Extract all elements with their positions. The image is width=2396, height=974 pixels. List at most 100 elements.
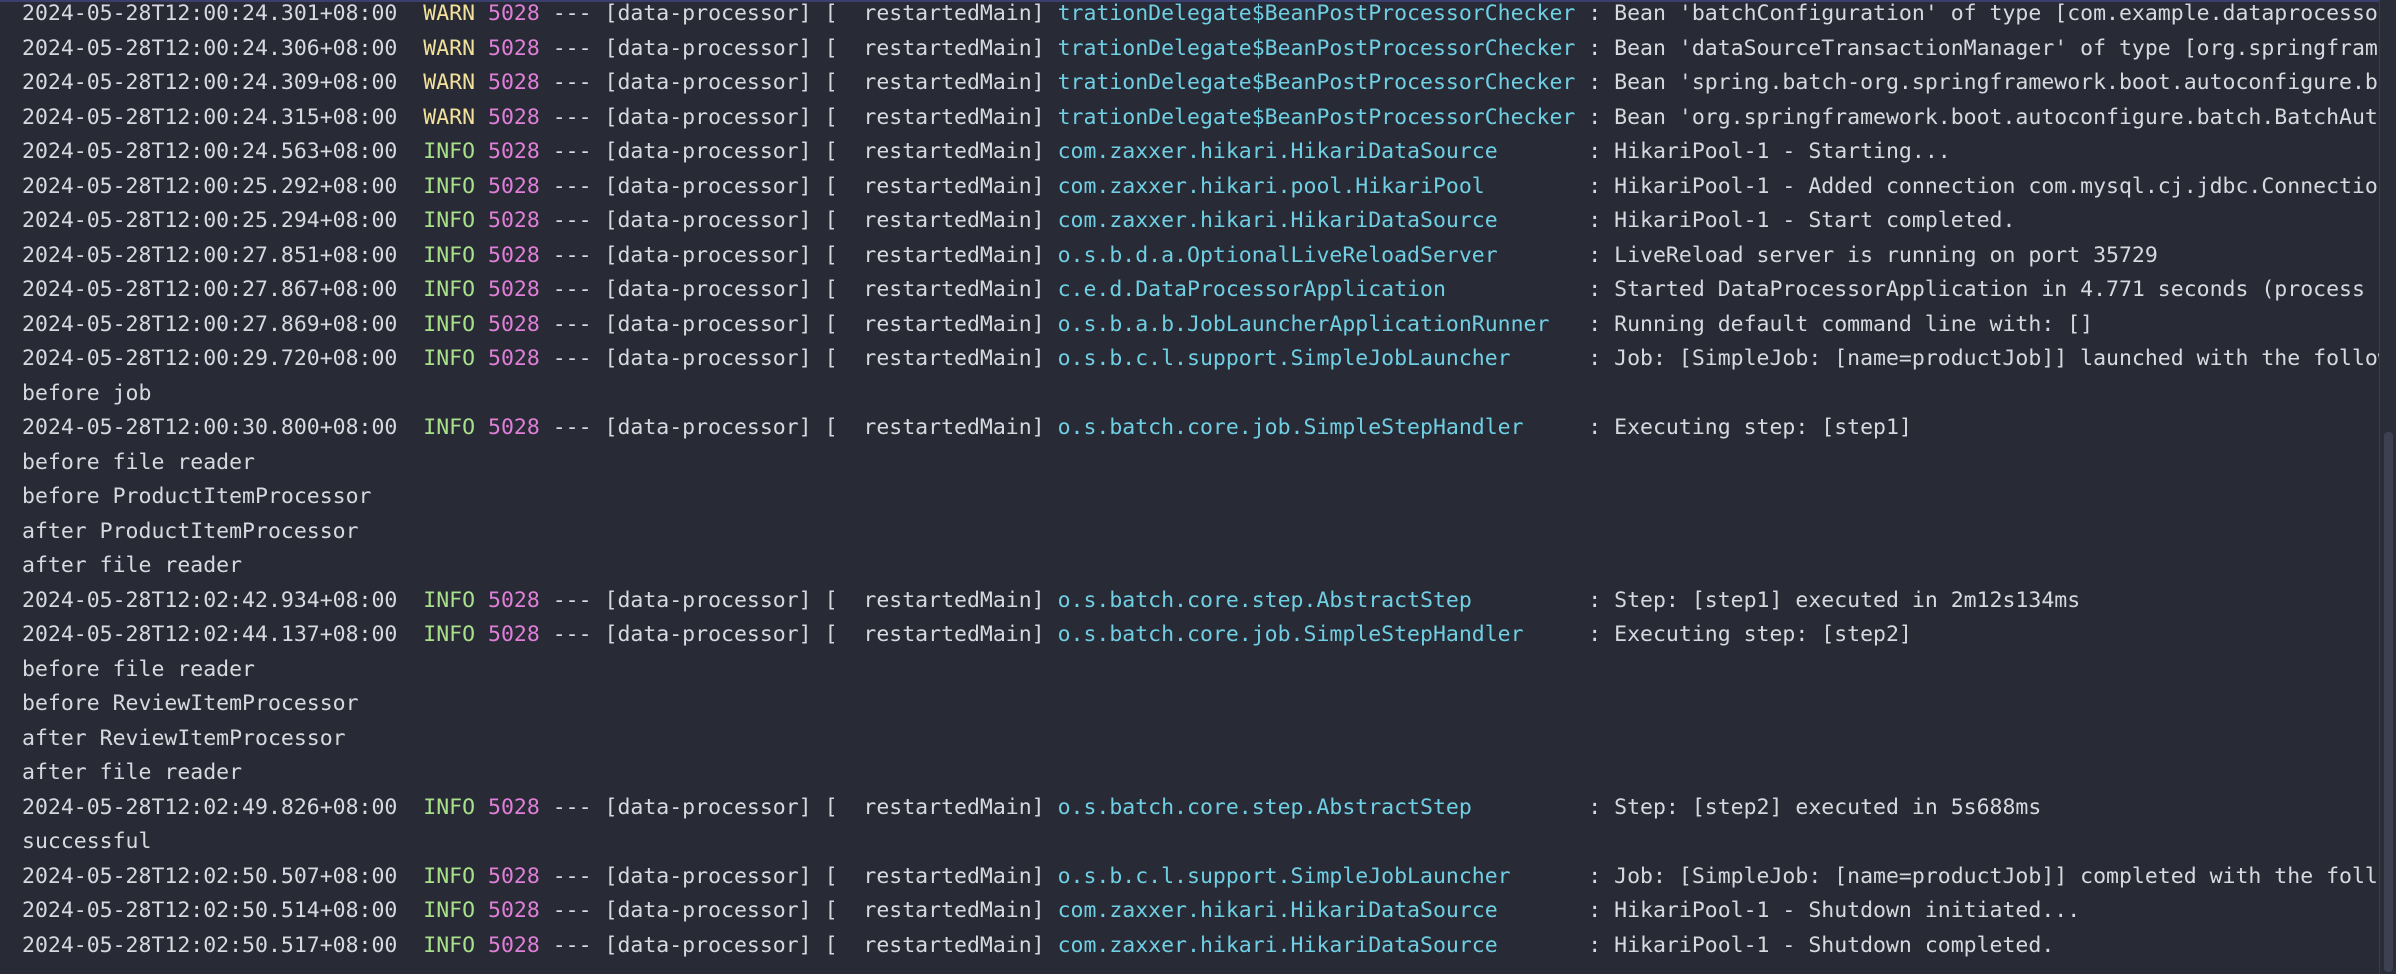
- log-spacer: [475, 588, 488, 613]
- log-level: INFO: [423, 622, 476, 647]
- log-pid: 5028: [488, 898, 540, 923]
- log-spacer: [397, 864, 423, 889]
- log-pid: 5028: [488, 277, 540, 302]
- log-spacer: [397, 795, 423, 820]
- log-thread: --- [data-processor] [ restartedMain]: [539, 587, 1058, 613]
- log-spacer: [397, 588, 423, 613]
- log-level: INFO: [423, 208, 476, 233]
- log-message: : HikariPool-1 - Added connection com.my…: [1575, 173, 2391, 199]
- log-spacer: [475, 105, 488, 130]
- log-line: 2024-05-28T12:02:50.517+08:00 INFO 5028 …: [22, 929, 2391, 964]
- log-logger: o.s.b.a.b.JobLauncherApplicationRunner: [1057, 311, 1576, 337]
- log-pid: 5028: [488, 346, 540, 371]
- log-timestamp: 2024-05-28T12:02:50.517+08:00: [22, 932, 398, 958]
- log-message: : Started DataProcessorApplication in 4.…: [1575, 277, 2391, 302]
- log-logger: o.s.b.c.l.support.SimpleJobLauncher: [1057, 863, 1576, 889]
- log-message: : Executing step: [step2]: [1575, 622, 1912, 647]
- log-thread: --- [data-processor] [ restartedMain]: [539, 242, 1058, 268]
- log-level: INFO: [423, 346, 476, 371]
- log-level: INFO: [423, 794, 476, 820]
- log-level: WARN: [423, 70, 476, 95]
- log-timestamp: 2024-05-28T12:00:27.869+08:00: [22, 311, 398, 337]
- log-message: : Step: [step1] executed in 2m12s134ms: [1575, 587, 2081, 613]
- log-timestamp: 2024-05-28T12:00:27.851+08:00: [22, 242, 398, 268]
- log-pid: 5028: [488, 1, 540, 26]
- terminal-output[interactable]: 2024-05-28T12:00:24.301+08:00 WARN 5028 …: [0, 0, 2396, 974]
- log-line: 2024-05-28T12:02:49.826+08:00 INFO 5028 …: [22, 791, 2391, 826]
- log-logger: o.s.b.d.a.OptionalLiveReloadServer: [1057, 242, 1576, 268]
- stdout-text: before file reader: [22, 449, 255, 475]
- scrollbar-thumb[interactable]: [2384, 432, 2393, 972]
- log-message: : Bean 'dataSourceTransactionManager' of…: [1575, 35, 2391, 61]
- log-thread: --- [data-processor] [ restartedMain]: [539, 622, 1058, 647]
- log-spacer: [475, 208, 488, 233]
- log-logger: com.zaxxer.hikari.HikariDataSource: [1057, 139, 1576, 164]
- stdout-line: after file reader: [22, 756, 2391, 791]
- log-message: : Job: [SimpleJob: [name=productJob]] co…: [1575, 863, 2391, 889]
- log-spacer: [475, 795, 488, 820]
- stdout-text: after ReviewItemProcessor: [22, 725, 346, 751]
- stdout-line: before file reader: [22, 446, 2391, 481]
- log-line: 2024-05-28T12:02:50.514+08:00 INFO 5028 …: [22, 894, 2391, 929]
- log-logger: com.zaxxer.hikari.HikariDataSource: [1057, 208, 1576, 233]
- log-thread: --- [data-processor] [ restartedMain]: [539, 139, 1058, 164]
- log-thread: --- [data-processor] [ restartedMain]: [539, 311, 1058, 337]
- log-thread: --- [data-processor] [ restartedMain]: [539, 173, 1058, 199]
- log-spacer: [397, 208, 423, 233]
- log-timestamp: 2024-05-28T12:00:24.301+08:00: [22, 1, 398, 26]
- log-level: INFO: [423, 277, 476, 302]
- stdout-text: before file reader: [22, 656, 255, 682]
- log-spacer: [475, 864, 488, 889]
- stdout-line: after ProductItemProcessor: [22, 515, 2391, 550]
- log-level: INFO: [423, 242, 476, 268]
- log-spacer: [475, 139, 488, 164]
- log-line: 2024-05-28T12:00:24.309+08:00 WARN 5028 …: [22, 66, 2391, 101]
- log-logger: o.s.batch.core.job.SimpleStepHandler: [1057, 415, 1576, 440]
- log-spacer: [475, 277, 488, 302]
- log-spacer: [475, 70, 488, 95]
- log-pid: 5028: [488, 311, 540, 337]
- log-logger: trationDelegate$BeanPostProcessorChecker: [1057, 35, 1576, 61]
- log-spacer: [475, 36, 488, 61]
- log-level: INFO: [423, 139, 476, 164]
- log-spacer: [397, 174, 423, 199]
- stdout-line: successful: [22, 825, 2391, 860]
- log-line: 2024-05-28T12:00:24.301+08:00 WARN 5028 …: [22, 0, 2391, 32]
- log-timestamp: 2024-05-28T12:00:30.800+08:00: [22, 415, 398, 440]
- log-thread: --- [data-processor] [ restartedMain]: [539, 898, 1058, 923]
- log-line: 2024-05-28T12:00:25.292+08:00 INFO 5028 …: [22, 170, 2391, 205]
- log-timestamp: 2024-05-28T12:00:29.720+08:00: [22, 346, 398, 371]
- log-pid: 5028: [488, 242, 540, 268]
- log-logger: o.s.batch.core.step.AbstractStep: [1057, 587, 1576, 613]
- log-logger: com.zaxxer.hikari.HikariDataSource: [1057, 898, 1576, 923]
- log-thread: --- [data-processor] [ restartedMain]: [539, 932, 1058, 958]
- log-line: 2024-05-28T12:02:42.934+08:00 INFO 5028 …: [22, 584, 2391, 619]
- log-thread: --- [data-processor] [ restartedMain]: [539, 70, 1058, 95]
- log-spacer: [475, 415, 488, 440]
- log-pid: 5028: [488, 35, 540, 61]
- log-thread: --- [data-processor] [ restartedMain]: [539, 346, 1058, 371]
- log-pid: 5028: [488, 622, 540, 647]
- log-line: 2024-05-28T12:00:24.315+08:00 WARN 5028 …: [22, 101, 2391, 136]
- log-line: 2024-05-28T12:00:30.800+08:00 INFO 5028 …: [22, 411, 2391, 446]
- log-timestamp: 2024-05-28T12:02:49.826+08:00: [22, 794, 398, 820]
- log-thread: --- [data-processor] [ restartedMain]: [539, 1, 1058, 26]
- log-thread: --- [data-processor] [ restartedMain]: [539, 104, 1058, 130]
- log-logger: com.zaxxer.hikari.pool.HikariPool: [1057, 173, 1576, 199]
- log-line: 2024-05-28T12:00:24.306+08:00 WARN 5028 …: [22, 32, 2391, 67]
- log-thread: --- [data-processor] [ restartedMain]: [539, 208, 1058, 233]
- log-level: INFO: [423, 863, 476, 889]
- log-level: WARN: [423, 35, 476, 61]
- vertical-scrollbar[interactable]: [2379, 0, 2396, 974]
- log-level: INFO: [423, 311, 476, 337]
- log-timestamp: 2024-05-28T12:02:42.934+08:00: [22, 587, 398, 613]
- log-message: : LiveReload server is running on port 3…: [1575, 242, 2158, 268]
- log-message: : Bean 'org.springframework.boot.autocon…: [1575, 104, 2391, 130]
- log-level: WARN: [423, 104, 476, 130]
- stdout-text: after ProductItemProcessor: [22, 518, 359, 544]
- log-pid: 5028: [488, 139, 540, 164]
- log-message: : HikariPool-1 - Start completed.: [1575, 208, 2016, 233]
- log-logger: o.s.batch.core.step.AbstractStep: [1057, 794, 1576, 820]
- stdout-line: after ReviewItemProcessor: [22, 722, 2391, 757]
- log-pid: 5028: [488, 415, 540, 440]
